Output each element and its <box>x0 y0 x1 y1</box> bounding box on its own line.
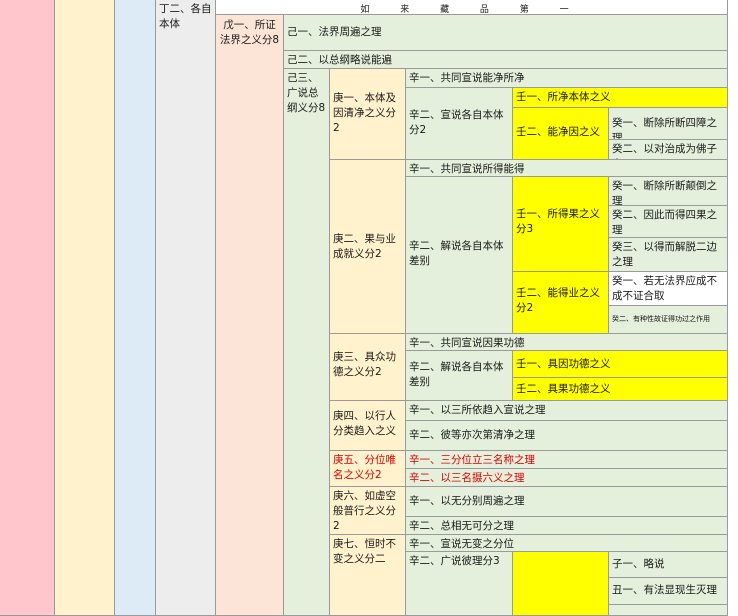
cell-zi-a[interactable]: 子一、略说 <box>609 552 728 578</box>
cell-xin-r5[interactable]: 辛一、共同宣说因果功德 <box>406 334 728 351</box>
column-blue <box>115 0 156 616</box>
sheet-header-title: 如 来 藏 品 第 一 <box>216 0 728 15</box>
cell-geng4[interactable]: 庚四、以行人分类趋入之义 <box>330 401 406 451</box>
cell-xin-r14[interactable]: 辛二、广说彼理分3 <box>406 552 513 616</box>
cell-ren-d[interactable]: 壬二、能得业之义分2 <box>513 272 609 334</box>
cell-xin-r11[interactable]: 辛一、以无分别周遍之理 <box>406 487 728 517</box>
cell-xin-r9[interactable]: 辛一、三分位立三名称之理 <box>406 451 728 469</box>
cell-zi-b[interactable]: 丑一、有法显现生灭理 <box>609 578 728 605</box>
cell-geng6[interactable]: 庚六、如虚空般普行之义分2 <box>330 487 406 535</box>
cell-geng3[interactable]: 庚三、具众功德之义分2 <box>330 334 406 401</box>
cell-xin-r12[interactable]: 辛二、总相无可分之理 <box>406 517 728 535</box>
cell-ren-c[interactable]: 壬一、所得果之义分3 <box>513 177 609 272</box>
cell-xin-r4[interactable]: 辛二、解说各自本体差别 <box>406 177 513 334</box>
cell-geng1[interactable]: 庚一、本体及因清净之义分2 <box>330 69 406 160</box>
column-cream <box>55 0 115 616</box>
right-blank-strip <box>728 0 738 616</box>
cell-ren-f[interactable]: 壬二、具果功德之义 <box>513 378 728 401</box>
column-pink <box>0 0 55 616</box>
cell-xin-r10[interactable]: 辛二、以三名摄六义之理 <box>406 469 728 487</box>
cell-xin-r3[interactable]: 辛一、共同宣说所得能得 <box>406 160 728 177</box>
cell-geng7[interactable]: 庚七、恒时不变之义分二 <box>330 535 406 616</box>
cell-zi-c[interactable] <box>609 605 728 616</box>
cell-ren-empty[interactable] <box>513 552 609 616</box>
cell-ren-b[interactable]: 壬二、能净因之义 <box>513 108 609 160</box>
cell-gui-d[interactable]: 癸二、因此而得四果之理 <box>609 206 728 238</box>
cell-xin-r6[interactable]: 辛二、解说各自本体差别 <box>406 351 513 401</box>
cell-gui-a[interactable]: 癸一、断除所断四障之理 <box>609 108 728 140</box>
cell-xin-r13[interactable]: 辛一、宣说无变之分位 <box>406 535 728 552</box>
cell-ren-a[interactable]: 壬一、所净本体之义 <box>513 88 728 108</box>
cell-geng5[interactable]: 庚五、分位唯名之义分2 <box>330 451 406 487</box>
cell-geng2[interactable]: 庚二、果与业成就义分2 <box>330 160 406 334</box>
cell-gui-b[interactable]: 癸二、以对治成为佛子之 <box>609 140 728 160</box>
cell-gui-c[interactable]: 癸一、断除所断颠倒之理 <box>609 177 728 206</box>
cell-gui-f[interactable]: 癸一、若无法界应成不成不证合取 <box>609 272 728 306</box>
cell-xin-r8[interactable]: 辛二、彼等亦次第清净之理 <box>406 421 728 451</box>
cell-ji1[interactable]: 己一、法界周遍之理 <box>284 15 728 51</box>
column-wu[interactable]: 戊一、所证法界之义分8 <box>216 15 284 616</box>
cell-gui-g[interactable]: 癸二、有种性故证得功过之作用 <box>609 306 728 334</box>
cell-xin-r2[interactable]: 辛二、宣说各自本体分2 <box>406 88 513 160</box>
cell-ren-e[interactable]: 壬一、具因功德之义 <box>513 351 728 378</box>
cell-gui-e[interactable]: 癸三、以得而解脱二边之理 <box>609 238 728 272</box>
cell-xin-r1[interactable]: 辛一、共同宣说能净所净 <box>406 69 728 88</box>
cell-xin-r7[interactable]: 辛一、以三所依趋入宣说之理 <box>406 401 728 421</box>
column-ding[interactable]: 丁二、各自本体 <box>156 0 216 616</box>
cell-ji2[interactable]: 己二、以总纲略说能遍 <box>284 51 728 69</box>
cell-ji3[interactable]: 己三、广说总纲义分8 <box>284 69 330 616</box>
